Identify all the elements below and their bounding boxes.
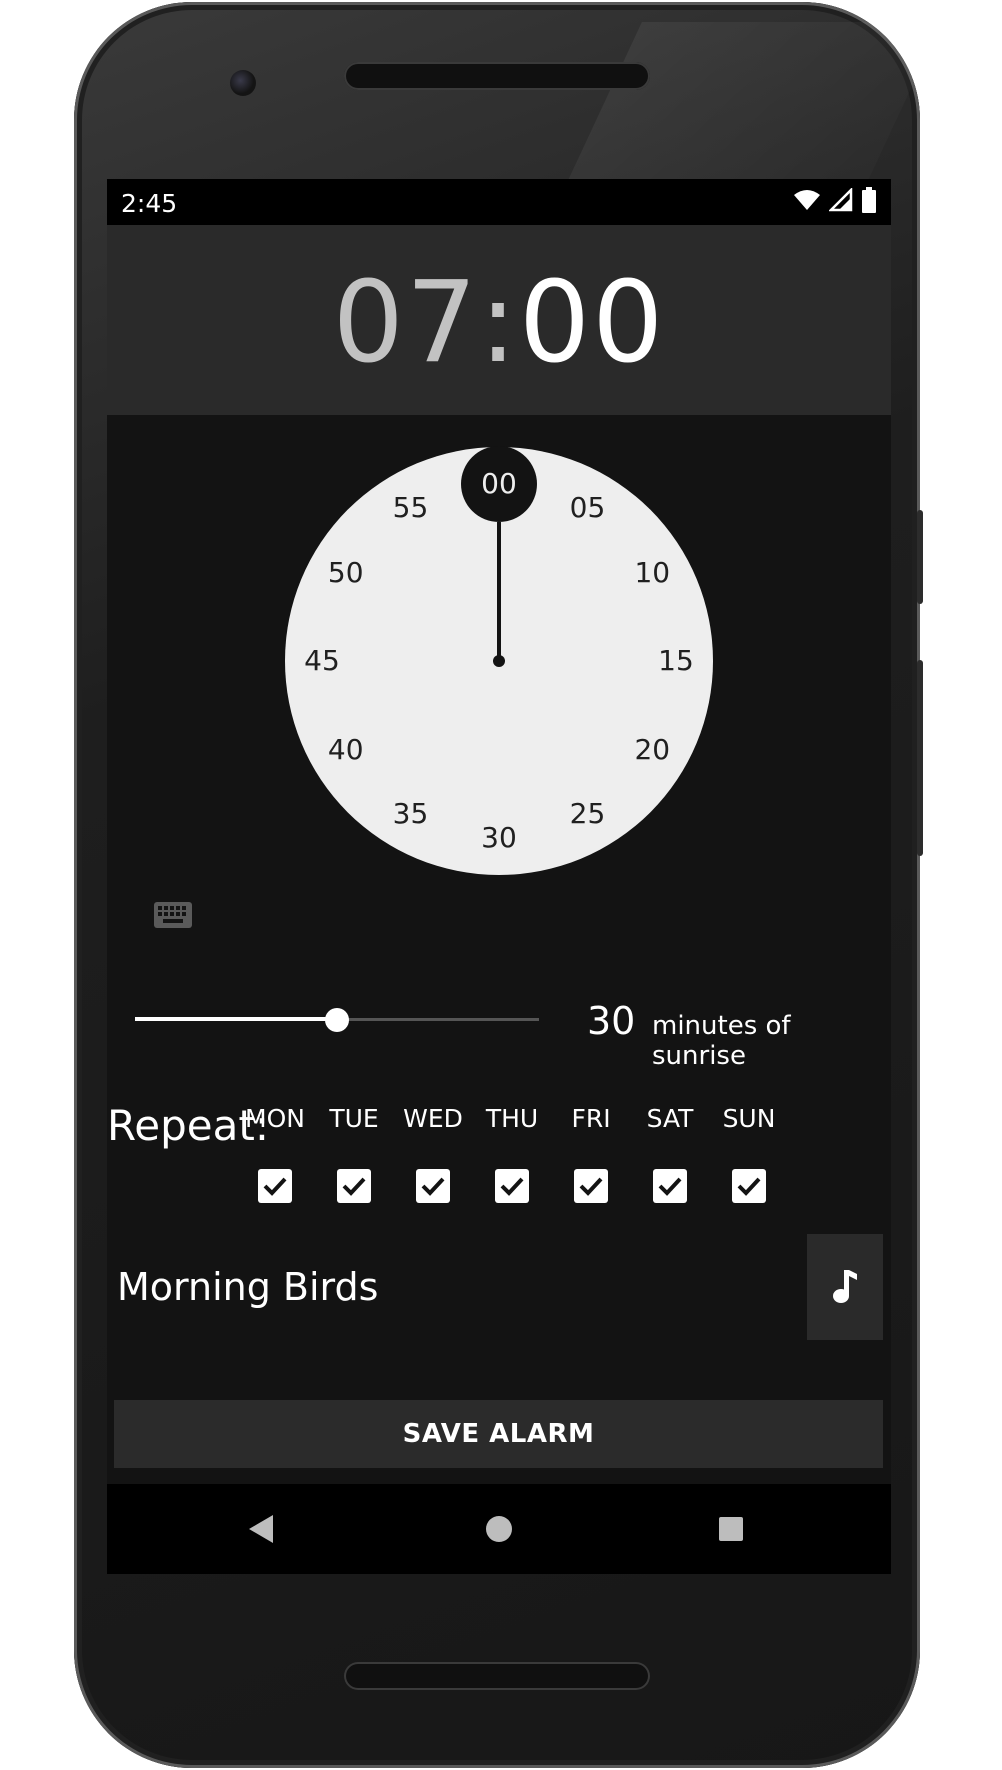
day-checkbox[interactable] [416, 1169, 450, 1203]
day-checkbox[interactable] [495, 1169, 529, 1203]
day-checkbox[interactable] [653, 1169, 687, 1203]
alarm-sound-name[interactable]: Morning Birds [117, 1265, 378, 1309]
repeat-day-fri: FRI [551, 1099, 631, 1203]
clock-number-15[interactable]: 15 [646, 641, 706, 681]
clock-hand [497, 522, 501, 661]
alarm-time-display: 07:00 [107, 263, 891, 383]
status-time: 2:45 [121, 189, 178, 218]
repeat-day-mon: MON [235, 1099, 315, 1203]
repeat-day-sun: SUN [709, 1099, 789, 1203]
repeat-day-thu: THU [472, 1099, 552, 1203]
keyboard-icon[interactable] [153, 901, 193, 929]
checkmark-icon [579, 1177, 603, 1196]
clock-number-25[interactable]: 25 [558, 794, 618, 834]
clock-number-30[interactable]: 30 [469, 818, 529, 858]
navigation-bar [107, 1484, 891, 1574]
day-label: WED [403, 1104, 463, 1133]
clock-number-55[interactable]: 55 [381, 488, 441, 528]
sunrise-slider[interactable] [135, 1005, 539, 1035]
day-checkbox[interactable] [732, 1169, 766, 1203]
choose-sound-button[interactable] [807, 1234, 883, 1340]
clock-number-35[interactable]: 35 [381, 794, 441, 834]
sunrise-minutes-value: 30 [587, 999, 636, 1043]
slider-fill [135, 1017, 337, 1021]
day-label: THU [485, 1104, 539, 1133]
app-screen: 2:45 07:00 00 05 10 15 20 25 30 35 40 45 50 55 [107, 179, 891, 1574]
checkmark-icon [263, 1177, 287, 1196]
clock-number-50[interactable]: 50 [316, 553, 376, 593]
hour-display[interactable]: 07 [333, 258, 480, 388]
wifi-icon [794, 190, 820, 210]
day-label: MON [245, 1104, 305, 1133]
repeat-day-tue: TUE [314, 1099, 394, 1203]
clock-selected-marker[interactable]: 00 [461, 446, 537, 522]
day-label: SUN [722, 1104, 776, 1133]
back-icon[interactable] [237, 1504, 287, 1554]
sunrise-label: minutes of sunrise [652, 1011, 791, 1071]
bottom-speaker [344, 1662, 650, 1690]
repeat-day-wed: WED [393, 1099, 473, 1203]
day-checkbox[interactable] [258, 1169, 292, 1203]
checkmark-icon [342, 1177, 366, 1196]
clock-number-45[interactable]: 45 [292, 641, 352, 681]
day-label: TUE [329, 1104, 379, 1133]
home-icon[interactable] [474, 1504, 524, 1554]
day-label: SAT [646, 1104, 694, 1133]
checkmark-icon [421, 1177, 445, 1196]
minute-display[interactable]: 00 [519, 258, 666, 388]
time-header: 07:00 [107, 225, 891, 415]
checkmark-icon [737, 1177, 761, 1196]
checkmark-icon [658, 1177, 682, 1196]
clock-number-20[interactable]: 20 [622, 730, 682, 770]
status-bar: 2:45 [107, 179, 891, 225]
day-checkbox[interactable] [574, 1169, 608, 1203]
top-speaker [344, 62, 650, 90]
volume-button [917, 660, 923, 856]
recents-icon[interactable] [706, 1504, 756, 1554]
day-checkbox[interactable] [337, 1169, 371, 1203]
save-alarm-button[interactable]: SAVE ALARM [114, 1400, 883, 1468]
slider-thumb[interactable] [325, 1008, 349, 1032]
cellular-signal-icon [829, 188, 853, 212]
day-label: FRI [571, 1104, 611, 1133]
repeat-day-sat: SAT [630, 1099, 710, 1203]
clock-number-05[interactable]: 05 [558, 488, 618, 528]
front-camera [230, 70, 256, 96]
time-separator: : [479, 258, 519, 388]
clock-number-10[interactable]: 10 [622, 553, 682, 593]
minute-dial[interactable]: 00 05 10 15 20 25 30 35 40 45 50 55 [285, 446, 713, 875]
clock-center-dot [493, 655, 505, 667]
clock-number-40[interactable]: 40 [316, 730, 376, 770]
battery-icon [862, 187, 876, 213]
checkmark-icon [500, 1177, 524, 1196]
clock-number-00[interactable]: 00 [461, 446, 537, 522]
power-button [917, 510, 923, 604]
music-note-icon [833, 1270, 857, 1303]
